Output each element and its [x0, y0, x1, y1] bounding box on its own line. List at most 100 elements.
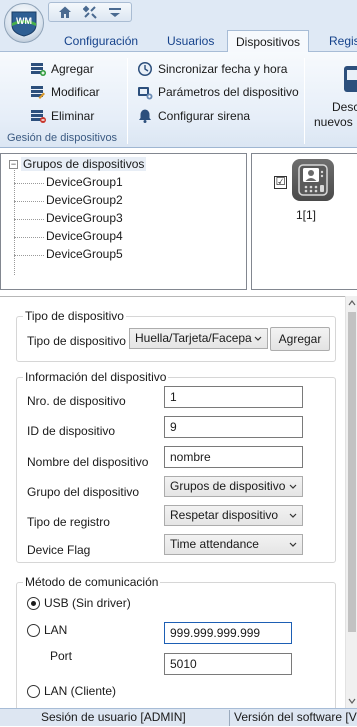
download-new-button[interactable]: Desc nuevos [312, 60, 357, 140]
siren-bell-icon [139, 109, 151, 123]
tree-item-devicegroup3[interactable]: DeviceGroup3 [46, 211, 123, 225]
tree-connector [14, 201, 44, 202]
register-type-select[interactable]: Respetar dispositivo [164, 505, 303, 526]
tab-usuarios[interactable]: Usuarios [165, 30, 216, 52]
device-id-input[interactable]: 9 [164, 416, 303, 438]
scroll-up-icon[interactable] [346, 296, 357, 310]
download-new-label-1: Desc [332, 100, 357, 114]
app-logo-text: WM [16, 16, 32, 26]
tree-root-label: Grupos de dispositivos [21, 157, 147, 171]
radio-selected-icon[interactable] [27, 596, 40, 610]
device-name-label: Nombre del dispositivo [27, 455, 149, 469]
chevron-down-icon [289, 542, 297, 547]
chevron-down-icon [254, 336, 262, 341]
device-item-label: 1[1] [296, 208, 317, 222]
ribbon-separator [127, 58, 128, 144]
sync-datetime-button[interactable]: Sincronizar fecha y hora [137, 61, 287, 77]
scroll-down-icon[interactable] [346, 694, 357, 708]
tree-connector [14, 255, 44, 256]
tree-connector [14, 183, 44, 184]
tools-icon[interactable] [82, 4, 98, 20]
device-form: Tipo de dispositivo Tipo de dispositivo … [0, 296, 345, 722]
delete-device-label: Eliminar [51, 109, 95, 123]
add-device-label: Agregar [51, 62, 94, 76]
tab-dispositivos[interactable]: Dispositivos [227, 30, 310, 53]
configure-siren-button[interactable]: Configurar sirena [137, 108, 250, 124]
form-scrollbar[interactable] [345, 296, 357, 708]
device-list-panel: ☑ 1[1] [251, 153, 357, 290]
device-flag-label: Device Flag [27, 543, 91, 557]
device-params-label: Parámetros del dispositivo [158, 85, 299, 99]
device-group-label: Grupo del dispositivo [27, 485, 140, 499]
tab-configuracion[interactable]: Configuración [62, 30, 140, 52]
device-id-label: ID de dispositivo [27, 424, 116, 438]
edit-device-icon [31, 86, 45, 99]
tree-root-node[interactable]: − Grupos de dispositivos [9, 157, 147, 171]
session-status: Sesión de usuario [ADMIN] [41, 710, 186, 724]
device-params-icon [138, 87, 153, 100]
device-group-value: Grupos de dispositivo [170, 479, 286, 493]
device-name-input[interactable]: nombre [164, 446, 303, 468]
device-type-legend: Tipo de dispositivo [23, 309, 126, 323]
add-device-icon [31, 63, 46, 76]
ip-address-input[interactable]: 999.999.999.999 [164, 622, 292, 644]
device-no-input[interactable]: 1 [164, 386, 303, 408]
device-group-tree: − Grupos de dispositivos DeviceGroup1 De… [0, 153, 247, 290]
chevron-down-icon [289, 484, 297, 489]
device-checkbox[interactable]: ☑ [274, 176, 287, 189]
delete-device-button[interactable]: Eliminar [30, 108, 94, 124]
add-device-button[interactable]: Agregar [30, 61, 94, 77]
ribbon-separator [304, 58, 305, 144]
device-info-legend: Información del dispositivo [23, 370, 169, 384]
configure-siren-label: Configurar sirena [158, 109, 251, 123]
app-logo-icon: WM [11, 11, 37, 37]
device-type-fieldset: Tipo de dispositivo Tipo de dispositivo … [16, 309, 336, 362]
comm-method-fieldset: Método de comunicación USB (Sin driver) … [16, 575, 336, 722]
status-bar: Sesión de usuario [ADMIN] Versión del so… [0, 708, 357, 726]
device-flag-select[interactable]: Time attendance [164, 534, 303, 555]
edit-device-button[interactable]: Modificar [30, 84, 100, 100]
comm-method-legend: Método de comunicación [23, 575, 161, 589]
tree-item-devicegroup5[interactable]: DeviceGroup5 [46, 247, 123, 261]
lan-radio-option[interactable]: LAN [27, 623, 67, 637]
radio-unselected-icon[interactable] [27, 623, 40, 637]
tab-registros[interactable]: Regis [327, 30, 357, 52]
usb-radio-label: USB (Sin driver) [44, 596, 131, 610]
device-flag-value: Time attendance [170, 537, 259, 551]
device-type-label: Tipo de dispositivo [27, 334, 126, 348]
ribbon-group-label-device-management: Gesión de dispositivos [7, 132, 118, 144]
register-type-label: Tipo de registro [27, 515, 110, 529]
quick-access-toolbar [48, 2, 132, 22]
download-new-label-2: nuevos [314, 115, 353, 129]
download-icon [344, 66, 357, 92]
sync-datetime-label: Sincronizar fecha y hora [158, 62, 288, 76]
home-icon[interactable] [57, 4, 73, 20]
device-type-select[interactable]: Huella/Tarjeta/Facepa [129, 328, 268, 349]
lan-radio-label: LAN [44, 623, 68, 637]
scrollbar-thumb[interactable] [348, 312, 356, 632]
usb-radio-option[interactable]: USB (Sin driver) [27, 596, 131, 610]
edit-device-label: Modificar [51, 85, 100, 99]
tree-item-devicegroup4[interactable]: DeviceGroup4 [46, 229, 123, 243]
chevron-down-icon [289, 513, 297, 518]
radio-unselected-icon[interactable] [27, 684, 40, 698]
device-info-fieldset: Información del dispositivo Nro. de disp… [16, 370, 336, 563]
lan-client-radio-label: LAN (Cliente) [44, 684, 117, 698]
device-group-select[interactable]: Grupos de dispositivo [164, 476, 303, 497]
add-device-type-button[interactable]: Agregar [270, 327, 330, 351]
port-label: Port [50, 649, 73, 663]
tree-item-devicegroup1[interactable]: DeviceGroup1 [46, 175, 123, 189]
delete-device-icon [31, 110, 46, 123]
tree-item-devicegroup2[interactable]: DeviceGroup2 [46, 193, 123, 207]
dropdown-menu-icon[interactable] [107, 4, 123, 20]
version-status: Versión del software [V [234, 710, 357, 724]
device-type-value: Huella/Tarjeta/Facepa [135, 331, 252, 345]
device-params-button[interactable]: Parámetros del dispositivo [137, 84, 299, 100]
fingerprint-terminal-icon[interactable] [292, 159, 334, 201]
device-no-label: Nro. de dispositivo [27, 394, 126, 408]
ribbon-tab-bar: Configuración Usuarios Dispositivos Regi… [0, 30, 357, 53]
collapse-icon[interactable]: − [9, 159, 18, 169]
lan-client-radio-option[interactable]: LAN (Cliente) [27, 684, 116, 698]
port-input[interactable]: 5010 [164, 653, 292, 675]
application-menu-button[interactable]: WM [4, 3, 44, 43]
